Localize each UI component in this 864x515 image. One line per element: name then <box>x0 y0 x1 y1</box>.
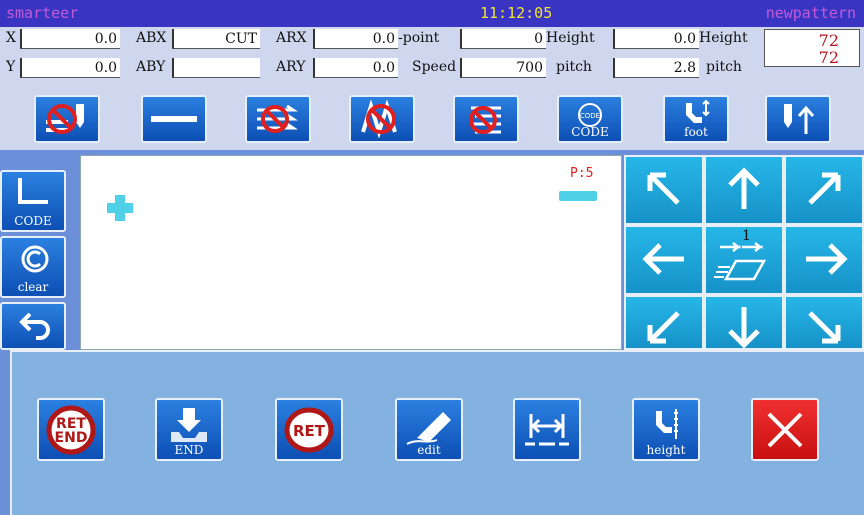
end-label: END <box>174 443 204 457</box>
undo-icon <box>19 312 50 340</box>
status-panel: X 0.0 Y 0.0 ABX CUT ABY ARX 0.0 ARY 0.0 … <box>0 27 864 87</box>
arx-label: ARX <box>276 30 307 46</box>
end-icon <box>171 407 207 442</box>
point-label: -point <box>398 30 440 46</box>
end-button[interactable]: END <box>155 398 223 461</box>
no-stitch-icon <box>257 104 298 133</box>
title-bar: smarteer 11:12:05 newpattern <box>0 0 864 27</box>
width-icon <box>525 413 569 445</box>
height-label: Height <box>546 30 595 46</box>
no-zigzag-icon <box>361 100 397 138</box>
pattern-canvas[interactable]: P:5 <box>80 155 622 350</box>
arrow-left-icon <box>642 243 684 275</box>
move-up-right-button[interactable] <box>784 155 864 225</box>
no-sew-button[interactable] <box>453 95 519 143</box>
ret-icon: RET <box>284 407 334 452</box>
svg-text:CODE: CODE <box>580 112 600 120</box>
point-value: 0 <box>460 29 546 49</box>
move-down-right-button[interactable] <box>784 295 864 350</box>
feed-icon <box>714 242 767 281</box>
toolbar: CODE CODE foot <box>0 87 864 150</box>
clock: 11:12:05 <box>480 4 553 22</box>
origin-marker-icon <box>107 195 133 221</box>
code-button[interactable]: CODE CODE <box>557 95 623 143</box>
move-left-button[interactable] <box>624 225 704 295</box>
foot-label: foot <box>684 125 708 139</box>
svg-text:END: END <box>55 430 88 446</box>
pitch2-value: 72 <box>818 48 839 67</box>
needle-up-icon <box>784 104 815 134</box>
arrow-up-left-icon <box>647 172 680 205</box>
move-up-button[interactable] <box>704 155 784 225</box>
speed-value: 700 <box>460 58 546 78</box>
no-zigzag-button[interactable] <box>349 95 415 143</box>
arrow-down-right-icon <box>808 311 841 344</box>
edit-button[interactable]: edit <box>395 398 463 461</box>
origin-icon <box>18 178 48 204</box>
y-value: 0.0 <box>20 58 120 78</box>
arrow-down-icon <box>728 307 760 349</box>
x-label: X <box>6 30 16 46</box>
line-button[interactable] <box>141 95 207 143</box>
close-button[interactable] <box>751 398 819 461</box>
arrow-right-icon <box>806 243 848 275</box>
close-icon <box>767 412 803 447</box>
step-mode-button[interactable]: 1 <box>704 225 784 295</box>
move-up-left-button[interactable] <box>624 155 704 225</box>
no-needle-icon <box>46 104 84 134</box>
height-pitch-display: 72 72 <box>764 29 860 67</box>
no-stitch-button[interactable] <box>245 95 311 143</box>
height2-label: Height <box>699 30 748 46</box>
arrow-up-right-icon <box>808 172 841 205</box>
pitch-value: 2.8 <box>613 58 699 78</box>
height-button[interactable]: height <box>632 398 700 461</box>
arrow-down-left-icon <box>647 311 680 344</box>
svg-text:RET: RET <box>293 422 326 440</box>
height-label: height <box>646 443 686 457</box>
aby-label: ABY <box>136 59 166 75</box>
code-origin-button[interactable]: CODE <box>0 170 66 232</box>
ret-end-icon: RET END <box>46 405 96 454</box>
height-value: 0.0 <box>613 29 699 49</box>
point-count: P:5 <box>570 166 594 181</box>
speed-label: Speed <box>412 59 457 75</box>
undo-button[interactable] <box>0 302 66 350</box>
code-label: CODE <box>571 125 609 139</box>
code-label: CODE <box>14 214 52 228</box>
app-name: smarteer <box>6 4 79 22</box>
ary-label: ARY <box>276 59 306 75</box>
move-right-button[interactable] <box>784 225 864 295</box>
abx-label: ABX <box>136 30 167 46</box>
line-icon <box>151 116 197 122</box>
edit-label: edit <box>417 443 441 457</box>
ary-value: 0.0 <box>313 58 398 78</box>
no-sew-icon <box>469 106 501 134</box>
aby-value <box>172 58 260 78</box>
ret-end-button[interactable]: RET END <box>37 398 105 461</box>
arx-value: 0.0 <box>313 29 398 49</box>
copyright-icon <box>21 245 49 273</box>
move-down-button[interactable] <box>704 295 784 350</box>
clear-label: clear <box>17 280 49 294</box>
pattern-name: newpattern <box>765 4 856 22</box>
pitch2-label: pitch <box>706 59 742 75</box>
needle-up-button[interactable] <box>765 95 831 143</box>
y-label: Y <box>6 59 16 75</box>
x-value: 0.0 <box>20 29 120 49</box>
foot-button[interactable]: foot <box>663 95 729 143</box>
arrow-up-icon <box>728 167 760 209</box>
minus-marker-icon <box>559 191 597 201</box>
no-needle-button[interactable] <box>34 95 100 143</box>
move-down-left-button[interactable] <box>624 295 704 350</box>
clear-button[interactable]: clear <box>0 236 66 298</box>
presser-foot-height-icon <box>656 408 678 439</box>
width-button[interactable] <box>513 398 581 461</box>
abx-value: CUT <box>172 29 260 49</box>
ret-button[interactable]: RET <box>275 398 343 461</box>
eraser-icon <box>406 411 451 445</box>
pitch-label: pitch <box>556 59 592 75</box>
